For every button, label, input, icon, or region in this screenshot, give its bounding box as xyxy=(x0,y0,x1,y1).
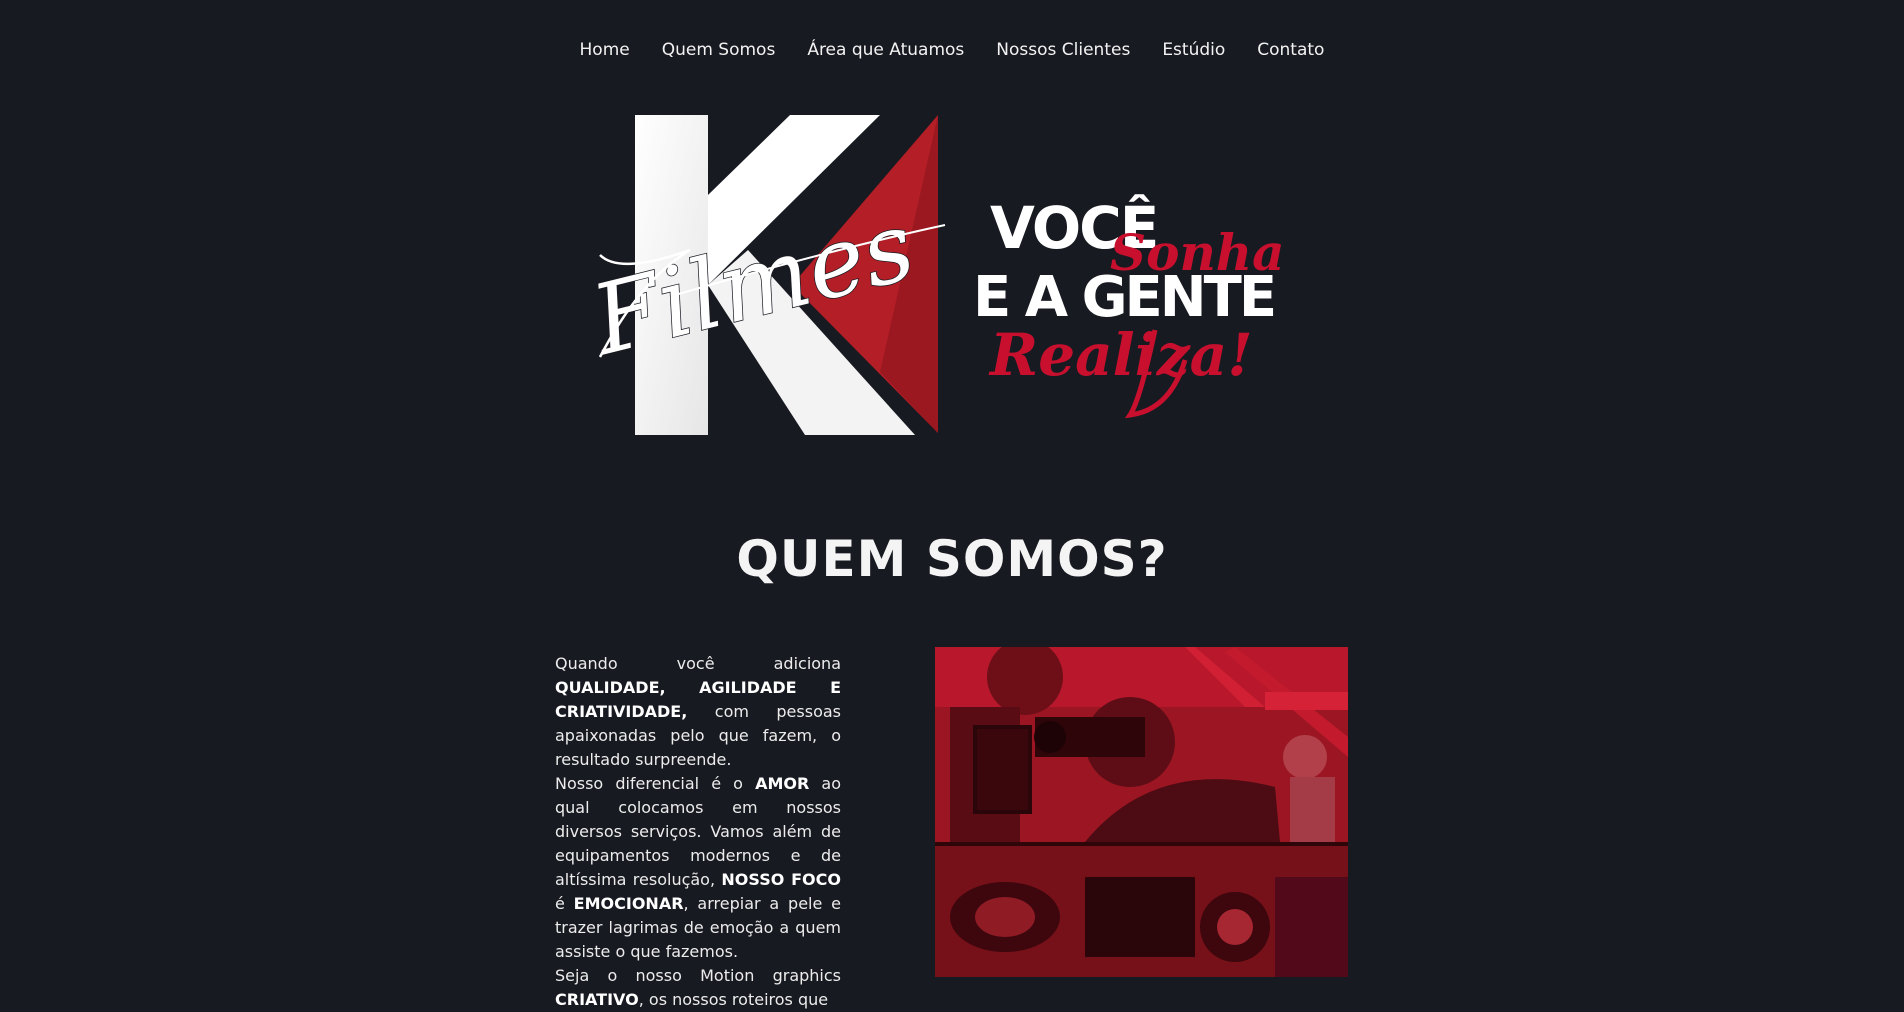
about-paragraph-2: Nosso diferencial é o AMOR ao qual coloc… xyxy=(555,772,841,964)
nav-item-quem-somos[interactable]: Quem Somos xyxy=(662,40,776,60)
about-text: Nosso diferencial é o xyxy=(555,774,756,793)
about-highlight: AMOR xyxy=(755,774,810,793)
about-paragraph-1: Quando você adiciona QUALIDADE, AGILIDAD… xyxy=(555,652,841,772)
about-text: Seja o nosso Motion graphics xyxy=(555,966,841,985)
k-filmes-logo: Filmes xyxy=(580,115,946,435)
section-title-quem-somos: QUEM SOMOS? xyxy=(736,530,1168,588)
main-nav: Home Quem Somos Área que Atuamos Nossos … xyxy=(0,40,1904,60)
nav-item-nossos-clientes[interactable]: Nossos Clientes xyxy=(996,40,1130,60)
camera-operator-photo xyxy=(935,647,1348,977)
slogan-script2: Realiza! xyxy=(988,321,1253,389)
about-text: Quando você adiciona xyxy=(555,654,841,673)
about-highlight: CRIATIVO xyxy=(555,990,639,1009)
nav-item-estudio[interactable]: Estúdio xyxy=(1162,40,1225,60)
hero-banner: Filmes VOCÊ Sonha E A GENTE Realiza! xyxy=(580,100,1300,450)
nav-item-home[interactable]: Home xyxy=(580,40,630,60)
about-text: , os nossos roteiros que xyxy=(638,990,829,1009)
nav-item-area-que-atuamos[interactable]: Área que Atuamos xyxy=(807,40,964,60)
about-photo-collage xyxy=(935,647,1348,977)
nav-item-contato[interactable]: Contato xyxy=(1257,40,1324,60)
about-text: é xyxy=(555,894,574,913)
about-description: Quando você adiciona QUALIDADE, AGILIDAD… xyxy=(555,652,841,1012)
about-highlight: NOSSO FOCO xyxy=(721,870,841,889)
about-paragraph-3: Seja o nosso Motion graphics CRIATIVO, o… xyxy=(555,964,841,1012)
slogan-graphic: VOCÊ Sonha E A GENTE Realiza! xyxy=(973,193,1285,419)
about-highlight: EMOCIONAR xyxy=(573,894,684,913)
